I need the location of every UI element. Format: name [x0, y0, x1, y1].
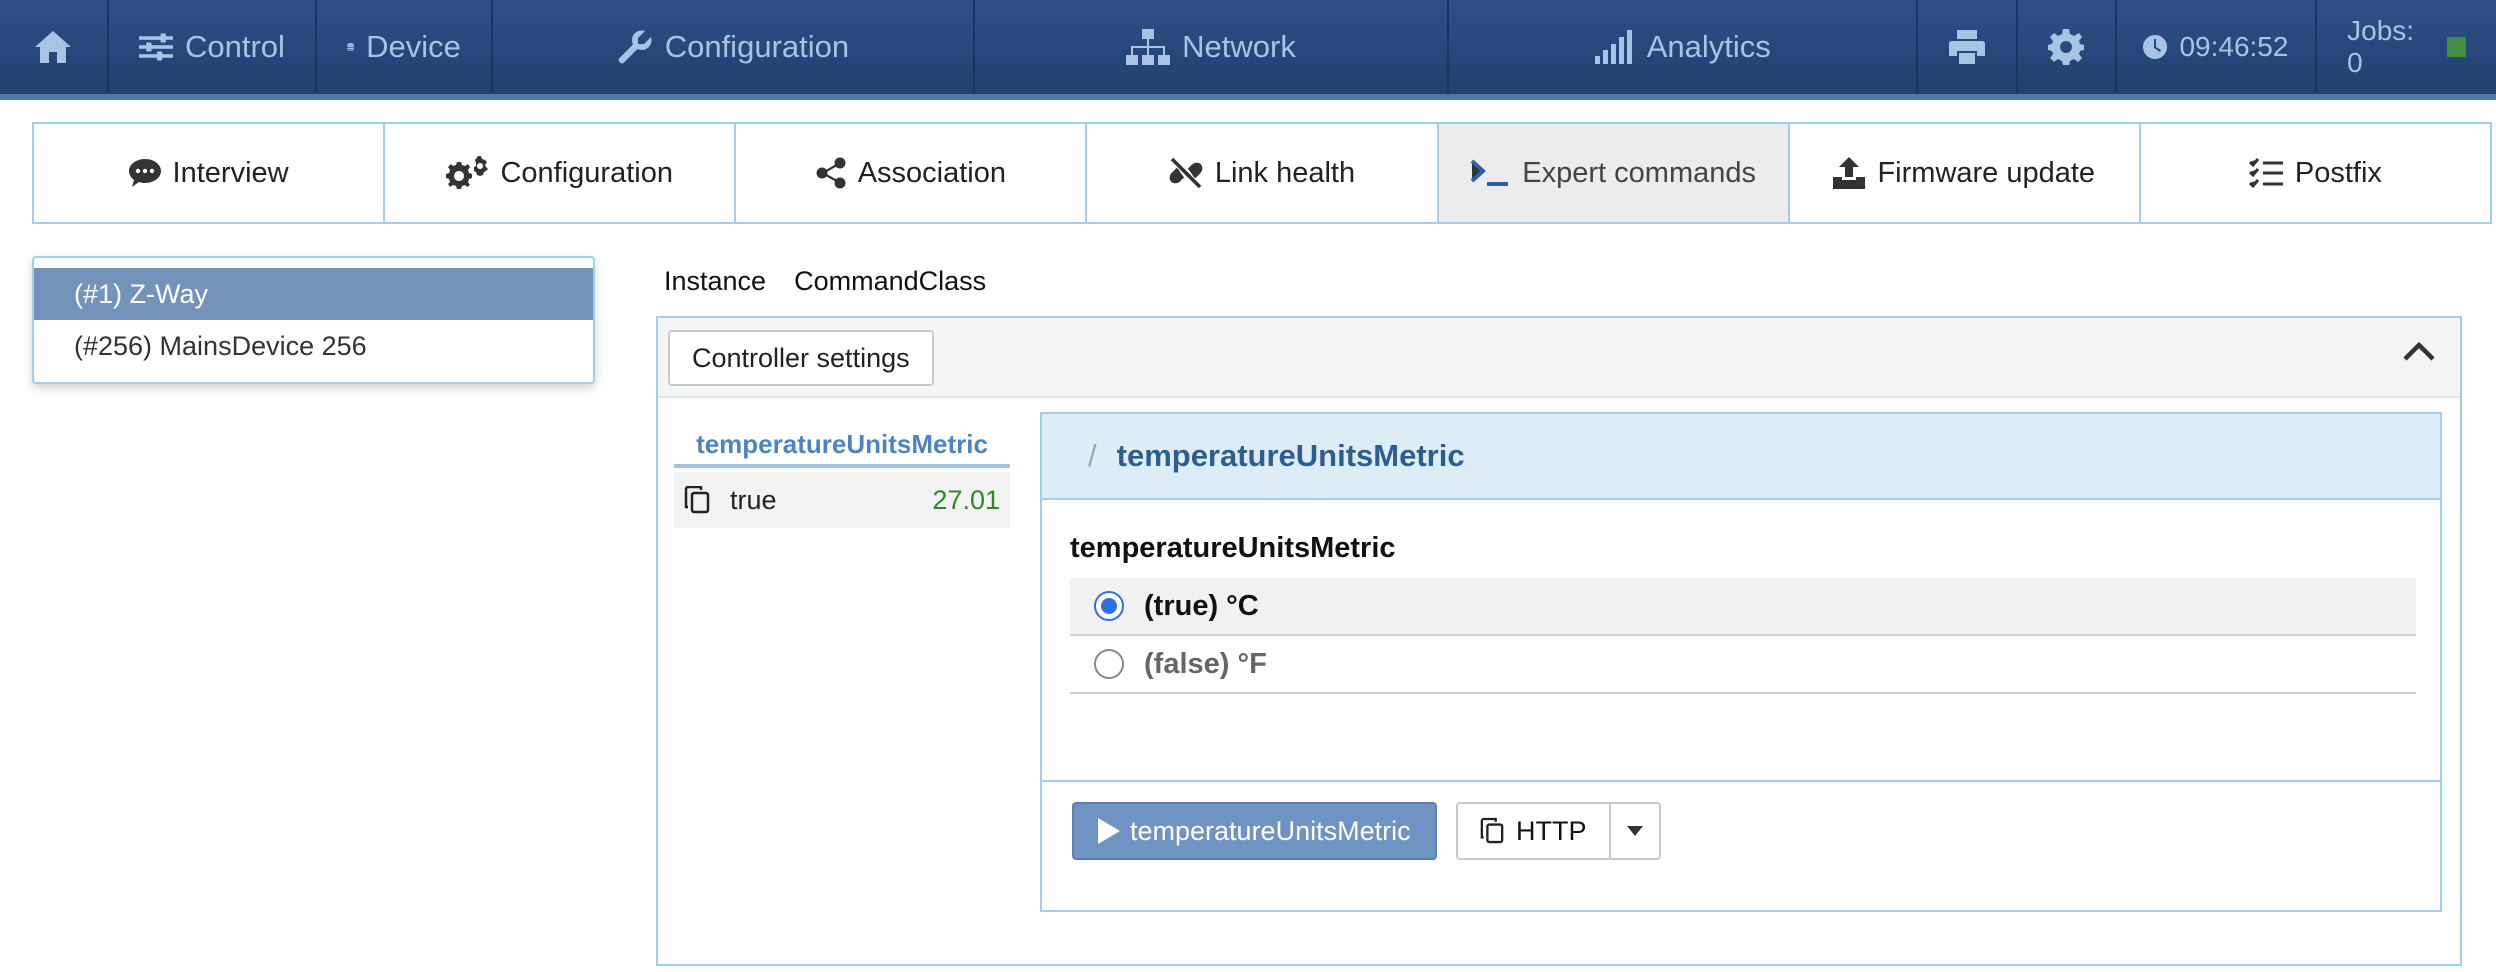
database-icon: [347, 43, 354, 51]
parameter-label: temperatureUnitsMetric: [1070, 532, 1396, 564]
tab-configuration-label: Configuration: [500, 156, 673, 189]
nav-network[interactable]: Network: [975, 0, 1450, 94]
device-item-mainsdevice-256[interactable]: (#256) MainsDevice 256: [34, 320, 593, 372]
nav-network-label: Network: [1182, 29, 1296, 64]
tab-expert-commands-label: Expert commands: [1522, 156, 1756, 189]
breadcrumb-commandclass[interactable]: CommandClass: [794, 266, 986, 297]
device-list: (#1) Z-Way (#256) MainsDevice 256: [32, 256, 595, 384]
sitemap-icon: [1126, 29, 1171, 65]
wrench-icon: [618, 30, 652, 64]
copy-icon: [1480, 817, 1504, 844]
panel-header: Controller settings: [658, 318, 2460, 398]
run-command-label: temperatureUnitsMetric: [1130, 815, 1411, 846]
nav-settings[interactable]: [2018, 0, 2117, 94]
device-item-label: (#256) MainsDevice 256: [74, 330, 367, 361]
tab-interview-label: Interview: [172, 156, 289, 189]
device-tabs: Interview Configuration Association Link…: [32, 122, 2492, 224]
printer-icon: [1948, 30, 1985, 64]
gears-icon: [446, 156, 489, 189]
tab-association-label: Association: [857, 156, 1006, 189]
unlink-icon: [1169, 157, 1203, 189]
tab-firmware-update-label: Firmware update: [1877, 156, 2096, 189]
card-title: temperatureUnitsMetric: [1116, 438, 1465, 473]
tab-interview[interactable]: Interview: [34, 124, 386, 222]
tree-tab-temperature-units-metric[interactable]: temperatureUnitsMetric: [674, 424, 1010, 468]
card-header-slash: /: [1088, 438, 1097, 473]
card-header: / temperatureUnitsMetric: [1042, 414, 2440, 500]
tree-row[interactable]: true 27.01: [674, 472, 1010, 528]
nav-control-label: Control: [185, 29, 285, 64]
http-button-group: HTTP: [1456, 802, 1661, 860]
sliders-icon: [138, 33, 173, 61]
nav-device-label: Device: [366, 29, 461, 64]
nav-jobs[interactable]: Jobs: 0: [2317, 0, 2496, 94]
option-label: (true) °C: [1144, 589, 1259, 622]
tab-postfix[interactable]: Postfix: [2140, 124, 2490, 222]
card-footer: temperatureUnitsMetric HTTP: [1042, 780, 2440, 910]
clock-icon: [2143, 35, 2168, 59]
tab-association[interactable]: Association: [736, 124, 1088, 222]
caret-down-icon: [1626, 826, 1643, 836]
option-true-celsius[interactable]: (true) °C: [1070, 578, 2416, 636]
breadcrumb: Instance CommandClass: [664, 266, 986, 297]
option-false-fahrenheit[interactable]: (false) °F: [1070, 636, 2416, 694]
run-command-button[interactable]: temperatureUnitsMetric: [1072, 802, 1437, 860]
radio-true-celsius[interactable]: [1094, 591, 1124, 621]
upload-icon: [1833, 157, 1866, 189]
tab-link-health[interactable]: Link health: [1087, 124, 1439, 222]
checklist-icon: [2248, 158, 2283, 188]
play-icon: [1098, 818, 1120, 844]
nav-configuration-label: Configuration: [664, 29, 850, 64]
chevron-up-icon[interactable]: [2402, 340, 2436, 362]
device-item-z-way[interactable]: (#1) Z-Way: [34, 268, 593, 320]
share-icon: [816, 157, 846, 189]
tab-configuration[interactable]: Configuration: [385, 124, 737, 222]
breadcrumb-instance[interactable]: Instance: [664, 266, 766, 297]
nav-analytics[interactable]: Analytics: [1449, 0, 1919, 94]
command-card: / temperatureUnitsMetric temperatureUnit…: [1040, 412, 2442, 912]
expert-panel: Controller settings temperatureUnitsMetr…: [656, 316, 2462, 966]
nav-home[interactable]: [0, 0, 109, 94]
nav-clock: 09:46:52: [2117, 0, 2318, 94]
tree-row-time: 27.01: [932, 484, 1000, 515]
nav-analytics-label: Analytics: [1646, 29, 1771, 64]
signal-bars-icon: [1594, 30, 1632, 64]
nav-print[interactable]: [1918, 0, 2018, 94]
terminal-icon: [1470, 159, 1509, 186]
tab-firmware-update[interactable]: Firmware update: [1789, 124, 2141, 222]
clock-time: 09:46:52: [2179, 31, 2289, 62]
jobs-status-indicator: [2446, 37, 2466, 57]
radio-false-fahrenheit[interactable]: [1094, 649, 1124, 679]
tab-expert-commands[interactable]: Expert commands: [1438, 124, 1790, 222]
http-dropdown-toggle[interactable]: [1610, 802, 1661, 860]
tab-link-health-label: Link health: [1214, 156, 1356, 189]
option-label: (false) °F: [1144, 647, 1267, 680]
comment-icon: [128, 159, 161, 187]
copy-icon[interactable]: [684, 486, 710, 514]
nav-configuration[interactable]: Configuration: [493, 0, 975, 94]
http-button-label: HTTP: [1516, 815, 1587, 846]
http-button[interactable]: HTTP: [1456, 802, 1611, 860]
nav-device[interactable]: Device: [317, 0, 493, 94]
nav-control[interactable]: Control: [109, 0, 317, 94]
controller-settings-button[interactable]: Controller settings: [668, 330, 934, 386]
top-navbar: Control Device Configuration Network Ana…: [0, 0, 2496, 100]
jobs-label: Jobs: 0: [2347, 15, 2415, 78]
gear-icon: [2048, 29, 2085, 65]
tree-row-value: true: [730, 484, 777, 515]
tab-postfix-label: Postfix: [2294, 156, 2382, 189]
device-item-label: (#1) Z-Way: [74, 278, 208, 309]
home-icon: [35, 31, 72, 63]
